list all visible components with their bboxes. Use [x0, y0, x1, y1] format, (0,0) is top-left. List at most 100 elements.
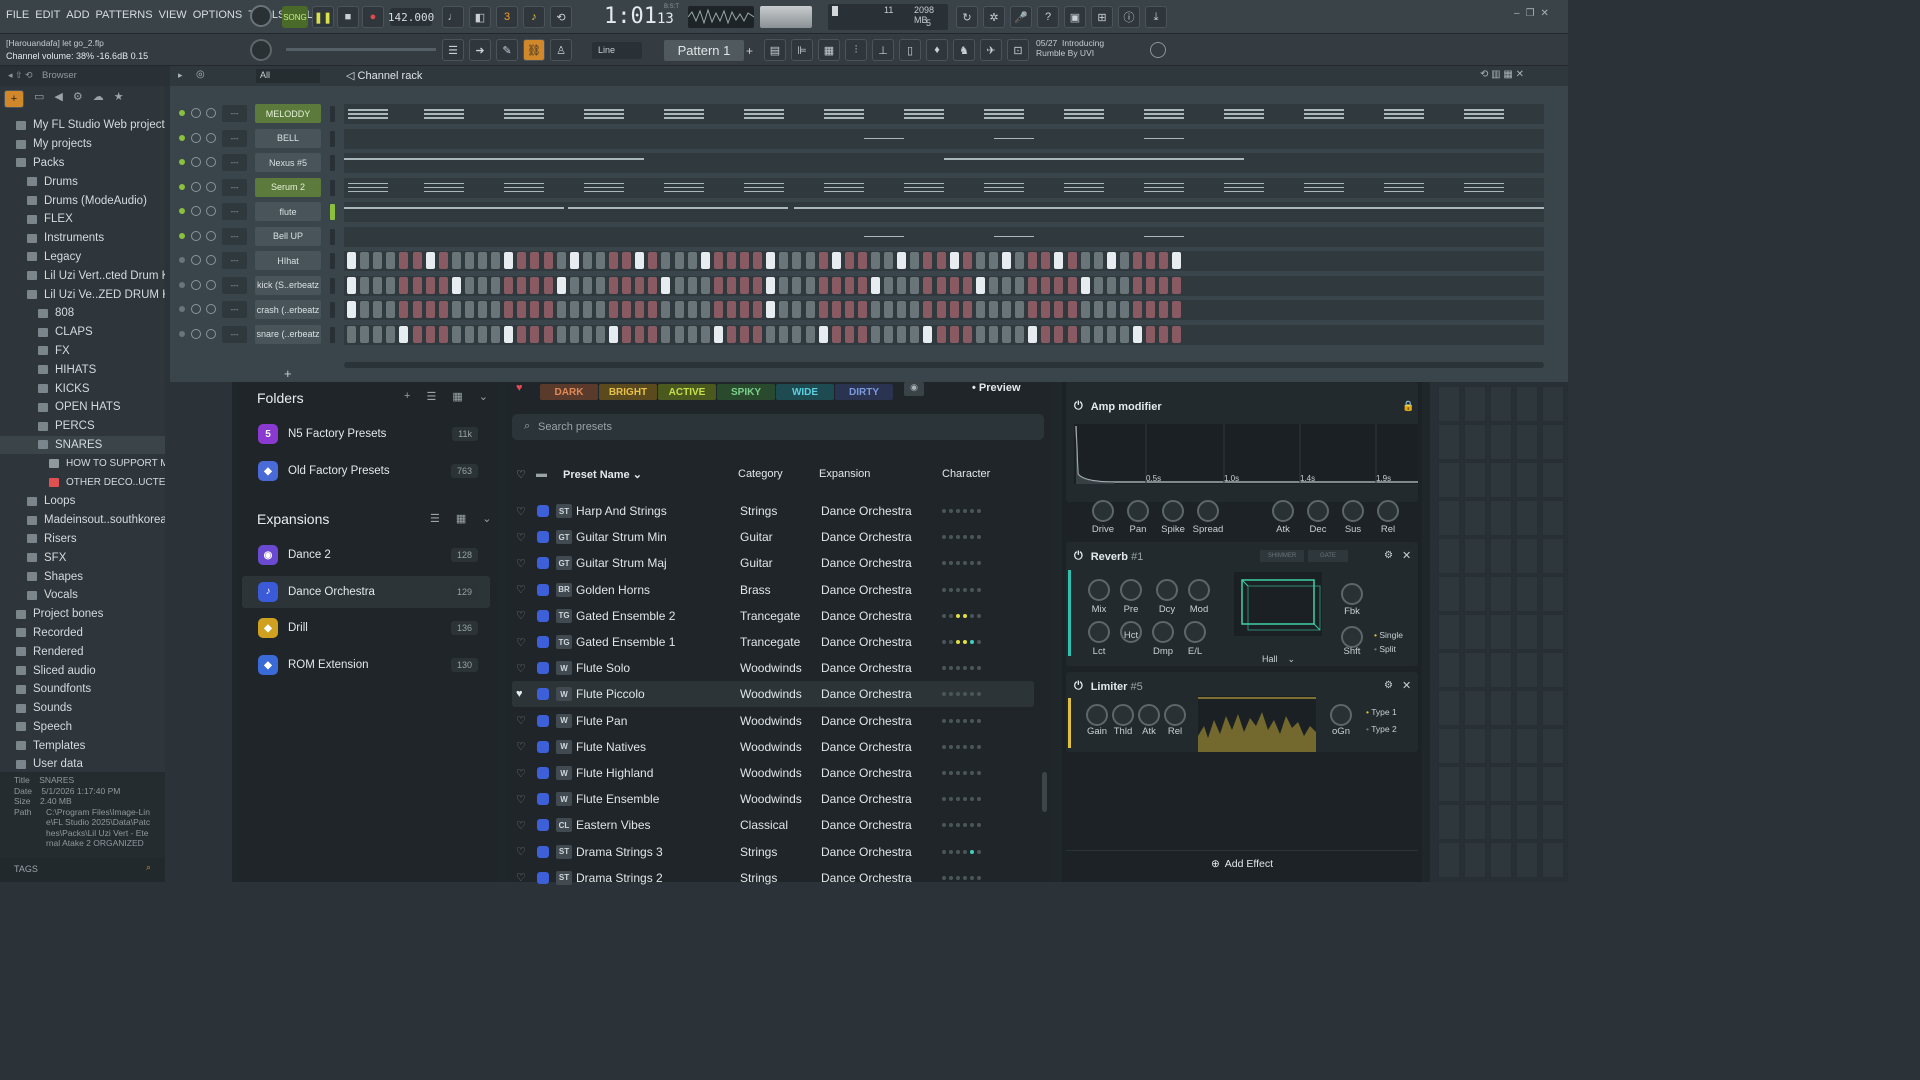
- step-button[interactable]: [687, 252, 697, 269]
- step-button[interactable]: [1067, 252, 1077, 269]
- limiter-type-2[interactable]: • Type 2: [1366, 721, 1397, 738]
- knob[interactable]: [1127, 500, 1149, 522]
- step-button[interactable]: [713, 252, 723, 269]
- step-button[interactable]: [1159, 276, 1169, 294]
- step-button[interactable]: [347, 276, 356, 294]
- step-button[interactable]: [635, 301, 645, 318]
- tempo-display[interactable]: 142.000: [388, 8, 434, 26]
- step-button[interactable]: [1159, 252, 1169, 269]
- step-button[interactable]: [451, 252, 461, 269]
- step-button[interactable]: [1080, 276, 1090, 294]
- heart-icon[interactable]: ♡: [516, 583, 526, 596]
- step-button[interactable]: [661, 252, 671, 269]
- knob[interactable]: [1086, 704, 1108, 726]
- channel-led[interactable]: [179, 330, 185, 337]
- step-button[interactable]: [1119, 252, 1129, 269]
- step-button[interactable]: [857, 252, 867, 269]
- channel-led[interactable]: [179, 134, 185, 141]
- step-button[interactable]: [962, 276, 972, 294]
- knob[interactable]: [1156, 579, 1178, 601]
- step-button[interactable]: [1002, 325, 1011, 343]
- step-button[interactable]: [517, 276, 527, 294]
- step-button[interactable]: [1041, 276, 1051, 294]
- step-button[interactable]: [504, 325, 514, 343]
- step-button[interactable]: [386, 301, 396, 318]
- step-button[interactable]: [451, 325, 461, 343]
- knob[interactable]: [1162, 500, 1184, 522]
- expansion-item[interactable]: ♪ Dance Orchestra 129: [242, 575, 490, 608]
- step-button[interactable]: [1106, 301, 1116, 318]
- knob[interactable]: [1342, 500, 1364, 522]
- channel-pan-knob[interactable]: [191, 181, 201, 192]
- channel-rack-icon[interactable]: ▦: [818, 39, 840, 61]
- step-button[interactable]: [661, 325, 671, 343]
- preset-row[interactable]: ♡ W Flute Ensemble Woodwinds Dance Orchestra: [512, 786, 1034, 812]
- step-button[interactable]: [740, 252, 749, 269]
- preset-row[interactable]: ♡ W Flute Natives Woodwinds Dance Orchestra: [512, 734, 1034, 760]
- step-button[interactable]: [556, 325, 566, 343]
- shimmer-button[interactable]: SHIMMER: [1260, 550, 1304, 562]
- channel-select-indicator[interactable]: [330, 326, 335, 343]
- heart-icon[interactable]: ♡: [516, 740, 526, 753]
- step-button[interactable]: [857, 301, 867, 318]
- step-button[interactable]: [897, 252, 907, 269]
- step-button[interactable]: [425, 276, 435, 294]
- reverb-mode-options[interactable]: • Single • Split: [1374, 628, 1403, 656]
- channel-sequence[interactable]: [344, 324, 1544, 345]
- list-view-icon[interactable]: ☰: [430, 512, 440, 525]
- channel-mixer-track[interactable]: ---: [222, 252, 247, 269]
- step-button[interactable]: [753, 252, 763, 269]
- add-pattern-icon[interactable]: +: [746, 44, 753, 58]
- step-button[interactable]: [975, 252, 985, 269]
- browser-item[interactable]: Recorded: [0, 624, 165, 643]
- browser-item[interactable]: SFX: [0, 548, 165, 567]
- folder-column-icon[interactable]: ▬: [536, 468, 547, 480]
- knob[interactable]: [1088, 579, 1110, 601]
- step-button[interactable]: [897, 276, 907, 294]
- step-button[interactable]: [1080, 325, 1090, 343]
- search-presets-field[interactable]: ⌕ Search presets: [512, 414, 1044, 440]
- save-icon[interactable]: ▣: [1064, 6, 1086, 28]
- step-button[interactable]: [1146, 252, 1156, 269]
- step-button[interactable]: [464, 325, 474, 343]
- wait-input-icon[interactable]: ◧: [469, 6, 491, 28]
- step-button[interactable]: [1015, 301, 1025, 318]
- channel-volume-knob[interactable]: [206, 108, 216, 118]
- step-button[interactable]: [844, 325, 854, 343]
- step-button[interactable]: [543, 252, 553, 269]
- browser-item[interactable]: SNARES: [0, 435, 165, 455]
- channel-led[interactable]: [179, 159, 185, 165]
- heart-icon[interactable]: ♡: [516, 531, 526, 544]
- step-button[interactable]: [360, 325, 370, 343]
- channel-volume-knob[interactable]: [206, 230, 216, 241]
- channel-sequence[interactable]: [344, 251, 1544, 271]
- tag-dark[interactable]: DARK: [540, 384, 598, 400]
- browser-item[interactable]: PERCS: [0, 417, 165, 436]
- step-button[interactable]: [1054, 325, 1064, 343]
- close-icon[interactable]: ✕: [1402, 679, 1411, 692]
- browser-item[interactable]: Sounds: [0, 699, 165, 718]
- step-button[interactable]: [844, 276, 854, 294]
- step-button[interactable]: [1015, 252, 1025, 269]
- step-button[interactable]: [700, 276, 710, 294]
- step-button[interactable]: [1093, 325, 1103, 343]
- step-button[interactable]: [530, 325, 540, 343]
- channel-volume-knob[interactable]: [206, 255, 216, 265]
- step-button[interactable]: [805, 325, 815, 343]
- metronome-icon[interactable]: ♩: [442, 6, 464, 28]
- channel-pan-knob[interactable]: [191, 157, 201, 167]
- heart-icon[interactable]: ♡: [516, 505, 526, 518]
- browser-item[interactable]: My projects: [0, 135, 165, 154]
- step-button[interactable]: [910, 301, 920, 318]
- stop-button[interactable]: ■: [337, 6, 359, 28]
- step-button[interactable]: [438, 325, 448, 343]
- browser-item[interactable]: Loops: [0, 492, 165, 511]
- expansion-item[interactable]: ◆ ROM Extension 130: [242, 649, 490, 681]
- step-button[interactable]: [1015, 276, 1025, 294]
- step-button[interactable]: [1054, 301, 1064, 318]
- mixer-icon[interactable]: ⊫: [791, 39, 813, 61]
- step-button[interactable]: [1146, 301, 1156, 318]
- preset-row[interactable]: ♡ W Flute Pan Woodwinds Dance Orchestra: [512, 708, 1034, 734]
- limiter-type-1[interactable]: • Type 1: [1366, 704, 1397, 721]
- step-button[interactable]: [412, 301, 422, 318]
